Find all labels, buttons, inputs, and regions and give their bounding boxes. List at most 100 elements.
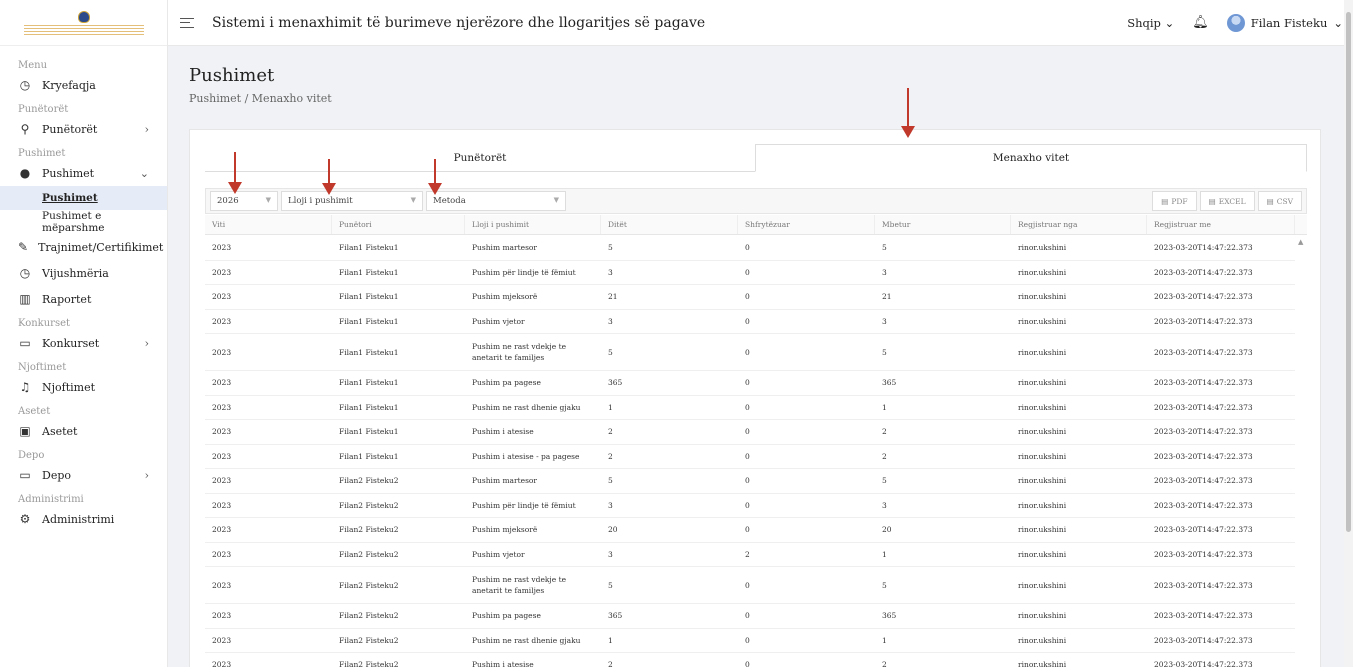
table-cell: 2023-03-20T14:47:22.373 <box>1154 500 1253 510</box>
sidebar-item[interactable]: ● Pushimet ⌄ <box>0 160 167 186</box>
table-row[interactable]: 2023 Filan1 Fisteku1 Pushim për lindje të … <box>205 261 1295 285</box>
table-row[interactable]: 2023 Filan2 Fisteku2 Pushim pa pagese 365 0 3… <box>205 604 1295 629</box>
table-row[interactable]: 2023 Filan2 Fisteku2 Pushim martesor 5 0 5 rin… <box>205 469 1295 494</box>
table-scrollbar[interactable]: ▲ <box>1295 236 1307 667</box>
table-cell: 0 <box>745 476 750 486</box>
table-cell: 20 <box>882 525 892 535</box>
sidebar-subitem[interactable]: Pushimet <box>0 186 167 210</box>
table-cell: 2023-03-20T14:47:22.373 <box>1154 402 1253 412</box>
table-row[interactable]: 2023 Filan2 Fisteku2 Pushim ne rast dhenie… <box>205 629 1295 653</box>
chevron-right-icon: › <box>144 468 149 482</box>
sidebar-item-label: Njoftimet <box>42 380 96 394</box>
column-header[interactable]: Ditët <box>601 215 738 234</box>
table-cell: Filan1 Fisteku1 <box>339 316 399 326</box>
user-menu[interactable]: Filan Fisteku ⌄ <box>1226 13 1343 32</box>
table-row[interactable]: 2023 Filan2 Fisteku2 Pushim mjeksorë 20 0 20 r… <box>205 518 1295 543</box>
column-header[interactable]: Mbetur <box>875 215 1011 234</box>
table-cell: Filan2 Fisteku2 <box>339 549 399 559</box>
dashboard-icon: ◷ <box>19 78 31 92</box>
table-cell: 2 <box>882 427 887 437</box>
table-row[interactable]: 2023 Filan2 Fisteku2 Pushim ne rast vdekje… <box>205 567 1295 604</box>
table-cell: rinor.ukshini <box>1018 378 1067 388</box>
notifications-bell-icon[interactable]: 🔔︎ <box>1192 15 1209 30</box>
table-row[interactable]: 2023 Filan2 Fisteku2 Pushim për lindje të … <box>205 494 1295 518</box>
column-header[interactable]: Regjistruar me <box>1147 215 1295 234</box>
file-icon: ▤ <box>1208 196 1216 206</box>
chart-icon: ▥ <box>19 292 31 306</box>
table-cell: Pushim i atesise - pa pagese <box>472 451 580 461</box>
table-cell: 2 <box>882 451 887 461</box>
language-selector[interactable]: Shqip ⌄ <box>1127 16 1174 30</box>
table-cell: 3 <box>608 316 613 326</box>
sidebar-item[interactable]: ▭ Depo › <box>0 462 167 488</box>
table-row[interactable]: 2023 Filan2 Fisteku2 Pushim vjetor 3 2 1 rinor… <box>205 543 1295 567</box>
table-row[interactable]: 2023 Filan1 Fisteku1 Pushim pa pagese 365 0 3… <box>205 371 1295 396</box>
crest-icon <box>77 10 90 23</box>
tab-menaxho-vitet[interactable]: Menaxho vitet <box>755 144 1307 172</box>
sidebar-item[interactable]: ▭ Konkurset › <box>0 330 167 356</box>
sidebar-item[interactable]: ▥ Raportet <box>0 286 167 312</box>
table-cell: 3 <box>608 500 613 510</box>
table-cell: 2023-03-20T14:47:22.373 <box>1154 635 1253 645</box>
sidebar-item[interactable]: ♫ Njoftimet <box>0 374 167 400</box>
globe-icon: ● <box>19 166 31 180</box>
table-cell: 5 <box>882 580 887 590</box>
table-cell: Filan1 Fisteku1 <box>339 267 399 277</box>
table-cell: rinor.ukshini <box>1018 243 1067 253</box>
leave-type-select[interactable]: Lloji i pushimit ▼ <box>281 191 423 211</box>
scrollbar-thumb[interactable] <box>1346 12 1351 532</box>
table-cell: 2023-03-20T14:47:22.373 <box>1154 660 1253 667</box>
table-row[interactable]: 2023 Filan1 Fisteku1 Pushim mjeksorë 21 0 21 r… <box>205 285 1295 310</box>
tab-bar: Punëtorët Menaxho vitet <box>205 144 1307 172</box>
table-cell: 2023 <box>212 476 232 486</box>
table-row[interactable]: 2023 Filan1 Fisteku1 Pushim vjetor 3 0 3 rinor… <box>205 310 1295 334</box>
scroll-up-icon[interactable]: ▲ <box>1298 238 1303 246</box>
table-cell: 0 <box>745 378 750 388</box>
year-value: 2026 <box>217 196 239 206</box>
page-scrollbar[interactable] <box>1344 0 1353 667</box>
chevron-right-icon: › <box>144 122 149 136</box>
sidebar-item[interactable]: ⚙ Administrimi <box>0 506 167 532</box>
table-cell: Pushim pa pagese <box>472 611 541 621</box>
table-row[interactable]: 2023 Filan1 Fisteku1 Pushim ne rast vdekje… <box>205 334 1295 371</box>
column-header[interactable]: Regjistruar nga <box>1011 215 1147 234</box>
sidebar-item[interactable]: ✎ Trajnimet/Certifikimet <box>0 234 167 260</box>
table-cell: Pushim vjetor <box>472 316 525 326</box>
table-toolbar: 2026 ▼ Lloji i pushimit ▼ Metoda ▼ ▤ PDF ▤ EX… <box>205 188 1307 214</box>
table-cell: 365 <box>882 611 897 621</box>
sidebar-item[interactable]: ⚲ Punëtorët › <box>0 116 167 142</box>
table-cell: 20 <box>608 525 618 535</box>
column-header[interactable]: Viti <box>205 215 332 234</box>
table-cell: Pushim për lindje të fëmiut <box>472 267 576 277</box>
sidebar-item[interactable]: ◷ Vijushmëria <box>0 260 167 286</box>
sidebar-item[interactable]: ◷ Kryefaqja <box>0 72 167 98</box>
method-select[interactable]: Metoda ▼ <box>426 191 566 211</box>
column-header[interactable]: Shfrytëzuar <box>738 215 875 234</box>
table-cell: rinor.ukshini <box>1018 427 1067 437</box>
table-cell: 3 <box>882 267 887 277</box>
table-row[interactable]: 2023 Filan1 Fisteku1 Pushim martesor 5 0 5 rin… <box>205 236 1295 261</box>
table-cell: 21 <box>608 292 618 302</box>
table-row[interactable]: 2023 Filan1 Fisteku1 Pushim i atesise 2 0 2 ri… <box>205 420 1295 445</box>
breadcrumb: Pushimet / Menaxho vitet <box>189 92 332 105</box>
sidebar-item[interactable]: ▣ Asetet <box>0 418 167 444</box>
export-csv-button[interactable]: ▤ CSV <box>1257 191 1302 211</box>
export-pdf-button[interactable]: ▤ PDF <box>1152 191 1197 211</box>
year-select[interactable]: 2026 ▼ <box>210 191 278 211</box>
export-excel-label: EXCEL <box>1218 196 1246 206</box>
tab-punetoret[interactable]: Punëtorët <box>205 144 755 171</box>
hamburger-menu-icon[interactable] <box>180 17 194 28</box>
table-row[interactable]: 2023 Filan1 Fisteku1 Pushim ne rast dhenie… <box>205 396 1295 420</box>
table-cell: 2023-03-20T14:47:22.373 <box>1154 611 1253 621</box>
column-header[interactable]: Punëtori <box>332 215 465 234</box>
export-excel-button[interactable]: ▤ EXCEL <box>1199 191 1255 211</box>
table-cell: 5 <box>882 243 887 253</box>
table-cell: 2 <box>608 660 613 667</box>
table-row[interactable]: 2023 Filan2 Fisteku2 Pushim i atesise 2 0 2 ri… <box>205 653 1295 667</box>
table-row[interactable]: 2023 Filan1 Fisteku1 Pushim i atesise - pa… <box>205 445 1295 469</box>
sidebar-subitem[interactable]: Pushimet e mëparshme <box>0 210 167 234</box>
table-cell: 3 <box>608 267 613 277</box>
column-header[interactable]: Lloji i pushimit <box>465 215 601 234</box>
table-cell: 2023 <box>212 378 232 388</box>
table-cell: 1 <box>608 635 613 645</box>
